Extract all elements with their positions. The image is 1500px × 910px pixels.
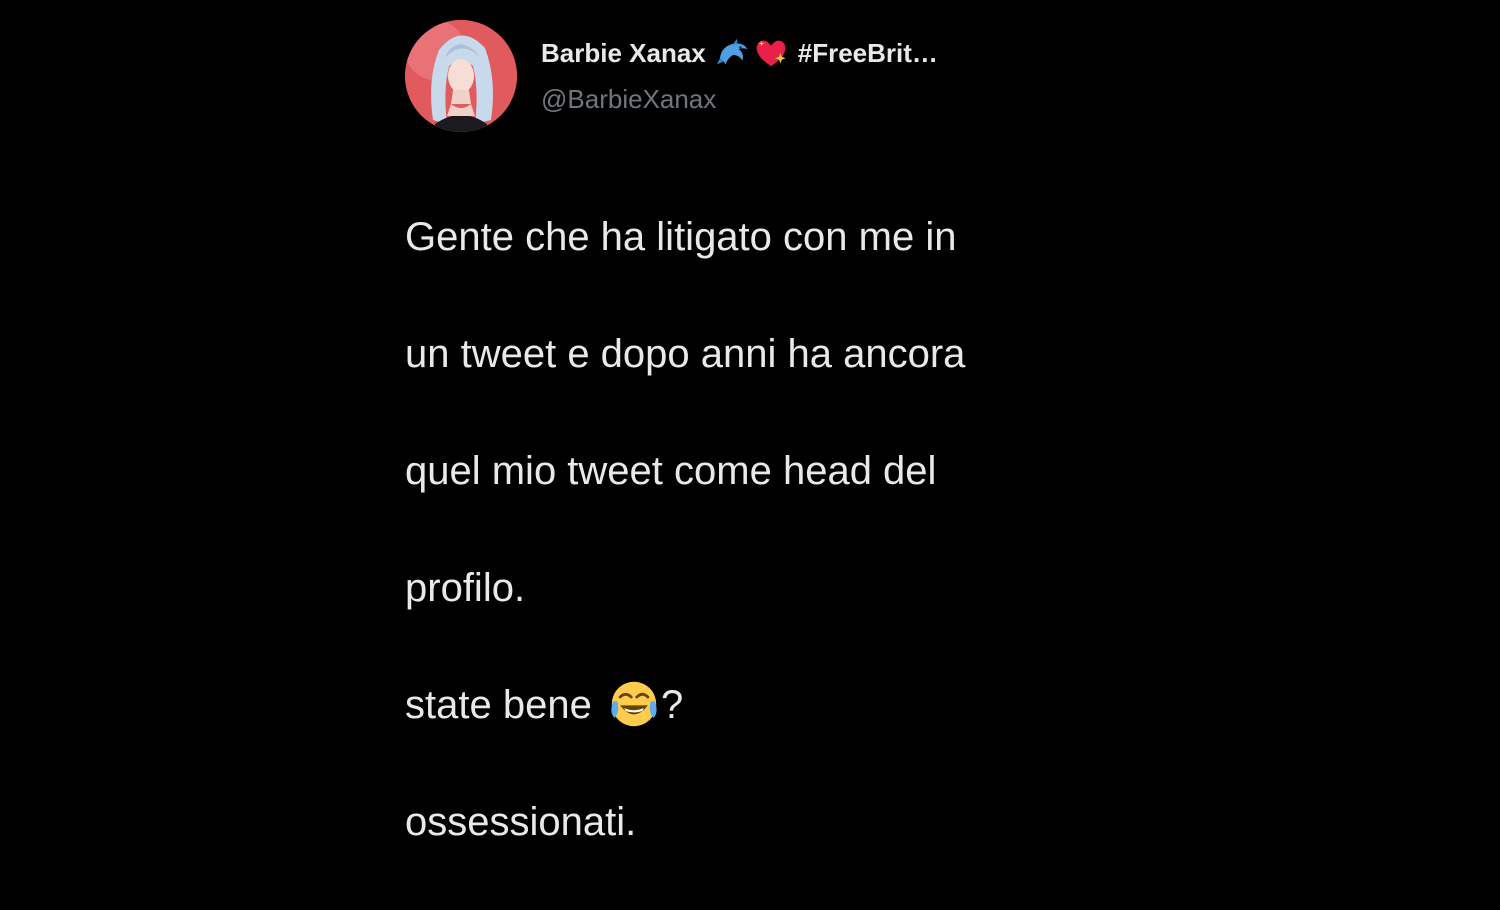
sparkling-heart-icon	[754, 36, 788, 70]
tweet-text-line: un tweet e dopo anni ha ancora	[405, 331, 966, 376]
author-name-row[interactable]: Barbie Xanax #FreeBrit…	[541, 36, 938, 70]
tweet-text-line: Gente che ha litigato con me in	[405, 214, 957, 259]
author-display-name[interactable]: Barbie Xanax	[541, 36, 706, 70]
tweet-card: Barbie Xanax #FreeBrit… @BarbieXanax Gen…	[405, 18, 1105, 844]
dolphin-icon	[716, 36, 750, 70]
tweet-text-line: profilo.	[405, 565, 526, 610]
tweet-text-fragment: ?	[660, 682, 684, 727]
profile-photo-icon	[405, 20, 517, 132]
tweet-text-line: quel mio tweet come head del	[405, 448, 937, 493]
tweet-text-line: ossessionati.	[405, 799, 637, 844]
face-with-tears-of-joy-icon	[609, 679, 659, 729]
tweet-text: Gente che ha litigato con me in un tweet…	[405, 149, 1095, 910]
avatar[interactable]	[405, 20, 517, 132]
tweet-text-line-emoji: state bene ?	[405, 676, 1095, 735]
tweet-text-fragment: state bene	[405, 682, 603, 727]
author-handle[interactable]: @BarbieXanax	[541, 82, 938, 116]
author-name-hashtag[interactable]: #FreeBrit…	[798, 36, 938, 70]
author-block: Barbie Xanax #FreeBrit… @BarbieXanax	[541, 36, 938, 116]
